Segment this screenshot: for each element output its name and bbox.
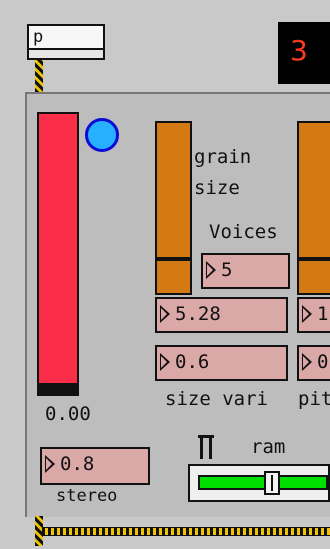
voices-label: Voices: [209, 221, 278, 243]
grain-size-slider[interactable]: [155, 121, 192, 295]
grain-label-line2: size: [194, 177, 240, 199]
grain-label-line1: grain: [194, 146, 252, 168]
meter-base: [39, 383, 77, 394]
triangle-arrow-icon: [302, 353, 312, 371]
size-vari-value: 0.6: [175, 351, 210, 373]
stereo-number-box[interactable]: 0.8: [40, 447, 150, 485]
triangle-arrow-icon: [206, 261, 216, 279]
pitch-slider-knob[interactable]: [299, 257, 330, 261]
size-vari-label: size vari: [165, 388, 268, 410]
message-box-text: p: [29, 26, 103, 50]
level-meter: [37, 112, 79, 396]
pitch-slider[interactable]: [297, 121, 330, 295]
ramp-slider[interactable]: [188, 464, 330, 502]
patch-cord-top: [35, 60, 43, 92]
meter-value: 0.00: [45, 403, 91, 425]
patch-cord-bottom: [42, 527, 330, 536]
size-value: 5.28: [175, 303, 221, 325]
pitch-value: 1: [317, 303, 329, 325]
stereo-value: 0.8: [60, 453, 95, 475]
triangle-arrow-icon: [160, 305, 170, 323]
bang-button[interactable]: [85, 118, 119, 152]
ramp-slider-thumb[interactable]: [264, 471, 280, 495]
pitch-label: pit: [298, 388, 330, 410]
size-number-box[interactable]: 5.28: [155, 297, 288, 333]
triangle-arrow-icon: [45, 455, 55, 473]
message-box[interactable]: p: [27, 24, 105, 60]
triangle-arrow-icon: [160, 353, 170, 371]
pitch-vari-number-box[interactable]: 0: [297, 345, 330, 381]
led-number-display: 3: [278, 22, 330, 84]
ramp-label: ram: [251, 436, 286, 458]
pitch-vari-value: 0: [317, 351, 329, 373]
pitch-number-box[interactable]: 1: [297, 297, 330, 333]
triangle-arrow-icon: [302, 305, 312, 323]
grain-size-slider-knob[interactable]: [157, 257, 190, 261]
pi-toggle-icon[interactable]: [197, 434, 215, 460]
size-vari-number-box[interactable]: 0.6: [155, 345, 288, 381]
stereo-label: stereo: [56, 486, 118, 506]
ramp-slider-track: [198, 475, 328, 490]
voices-number-box[interactable]: 5: [201, 253, 290, 289]
voices-value: 5: [221, 259, 233, 281]
